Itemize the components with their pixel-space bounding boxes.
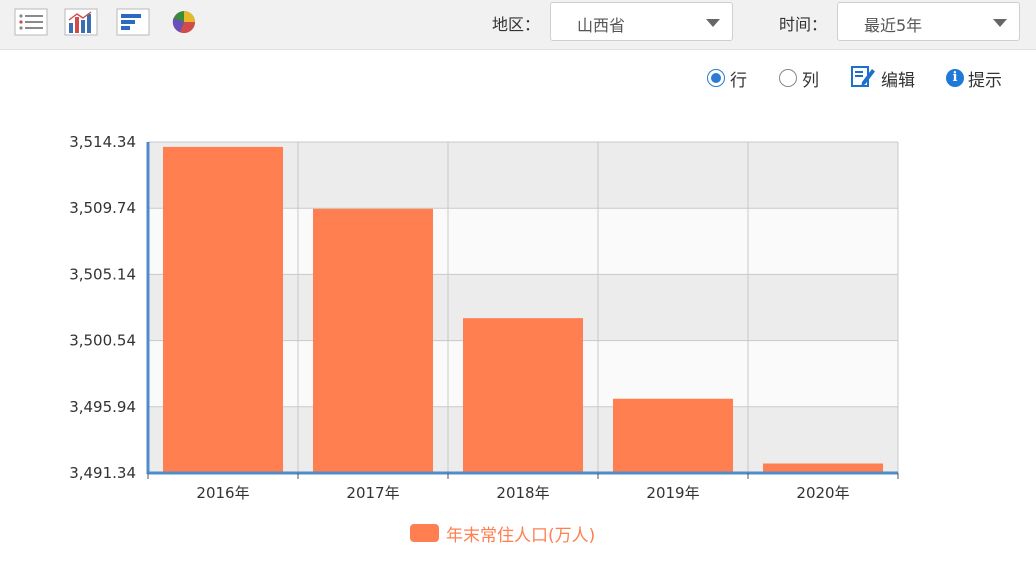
y-tick-labels: 3,514.34 3,509.74 3,505.14 3,500.54 3,495.94… — [69, 133, 136, 482]
y-tick-label: 3,495.94 — [69, 398, 136, 416]
bar-chart: 3,514.34 3,509.74 3,505.14 3,500.54 3,495.94… — [69, 133, 899, 502]
y-tick-label: 3,500.54 — [69, 332, 136, 350]
bar — [613, 398, 733, 473]
y-tick-label: 3,509.74 — [69, 199, 136, 217]
bar — [313, 208, 433, 474]
x-tick-label: 2018年 — [496, 484, 549, 502]
x-tick-label: 2016年 — [196, 484, 249, 502]
x-tick-label: 2019年 — [646, 484, 699, 502]
y-tick-label: 3,491.34 — [69, 464, 136, 482]
legend-label: 年末常住人口(万人) — [446, 525, 596, 546]
x-tick-label: 2017年 — [346, 484, 399, 502]
x-tick-label: 2020年 — [796, 484, 849, 502]
bar — [163, 146, 283, 473]
legend-swatch — [410, 524, 439, 542]
legend[interactable]: 年末常住人口(万人) — [410, 521, 596, 546]
x-tick-labels: 2016年 2017年 2018年 2019年 2020年 — [196, 484, 849, 502]
y-tick-label: 3,505.14 — [69, 265, 136, 283]
bar — [463, 318, 583, 473]
y-tick-label: 3,514.34 — [69, 133, 136, 151]
